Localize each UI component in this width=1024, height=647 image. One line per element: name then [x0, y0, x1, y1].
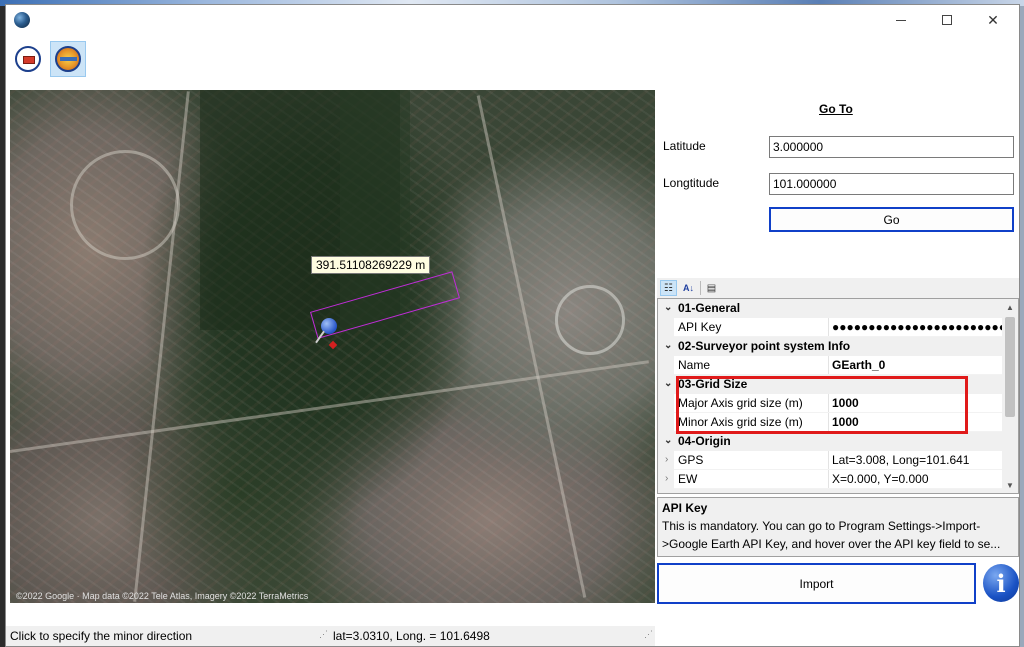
- status-coordinates: lat=3.0310, Long. = 101.6498: [333, 629, 490, 643]
- app-window: ✕ 391.51108269229 m ©2022 Google · Map d…: [5, 4, 1020, 647]
- property-grid[interactable]: ⌄ 01-General API Key ●●●●●●●●●●●●●●●●●●●●●●…: [657, 298, 1019, 494]
- property-category[interactable]: ⌄ 03-Grid Size: [658, 375, 1003, 394]
- property-category-label: 04-Origin: [678, 434, 731, 448]
- column-divider: [828, 318, 829, 337]
- toolbar: [6, 35, 1019, 83]
- property-value[interactable]: Lat=3.008, Long=101.641: [832, 451, 1002, 469]
- map-roundabout: [555, 285, 625, 355]
- import-data-icon: [15, 46, 41, 72]
- go-button[interactable]: Go: [769, 207, 1014, 232]
- property-category-label: 01-General: [678, 301, 741, 315]
- property-name: API Key: [678, 320, 722, 334]
- property-name: Minor Axis grid size (m): [678, 415, 803, 429]
- import-button[interactable]: Import: [657, 563, 976, 604]
- column-divider: [828, 394, 829, 413]
- categorized-view-icon[interactable]: ☷: [660, 280, 677, 296]
- status-grip-icon: ⋰: [644, 629, 653, 639]
- map-road: [10, 360, 649, 453]
- chevron-right-icon[interactable]: ›: [665, 451, 668, 469]
- property-name: EW: [678, 472, 698, 486]
- property-pages-icon[interactable]: ▤: [703, 280, 720, 296]
- tool-button-import-data[interactable]: [10, 41, 46, 77]
- chevron-down-icon[interactable]: ⌄: [664, 375, 672, 393]
- longitude-input[interactable]: [769, 173, 1014, 195]
- property-category-label: 03-Grid Size: [678, 377, 748, 391]
- tool-button-google-earth[interactable]: [50, 41, 86, 77]
- property-row[interactable]: Major Axis grid size (m) 1000: [658, 394, 1003, 413]
- close-icon: ✕: [987, 11, 999, 28]
- google-earth-icon: [55, 46, 81, 72]
- property-category[interactable]: ⌄ 02-Surveyor point system Info: [658, 337, 1003, 356]
- property-value[interactable]: X=0.000, Y=0.000: [832, 470, 1002, 488]
- satellite-map[interactable]: 391.51108269229 m ©2022 Google · Map dat…: [10, 90, 655, 603]
- status-bar: Click to specify the minor direction ⋰ l…: [6, 626, 655, 646]
- property-category[interactable]: ⌄ 05-Major Axis Point: [658, 489, 1003, 493]
- longitude-label: Longtitude: [663, 176, 720, 190]
- scroll-thumb[interactable]: [1005, 317, 1015, 417]
- property-name: GPS: [678, 453, 704, 467]
- goto-title: Go To: [819, 102, 853, 116]
- chevron-down-icon[interactable]: ⌄: [664, 299, 672, 317]
- title-bar: ✕: [6, 5, 1019, 35]
- property-grid-toolbar: ☷ A↓ ▤: [657, 278, 1019, 298]
- latitude-label: Latitude: [663, 139, 706, 153]
- chevron-down-icon[interactable]: ⌄: [664, 489, 672, 493]
- maximize-button[interactable]: [924, 5, 970, 35]
- property-name: Name: [678, 358, 711, 372]
- property-category[interactable]: ⌄ 01-General: [658, 299, 1003, 318]
- map-roundabout: [70, 150, 180, 260]
- property-row[interactable]: › EW X=0.000, Y=0.000: [658, 470, 1003, 489]
- property-category[interactable]: ⌄ 04-Origin: [658, 432, 1003, 451]
- column-divider: [828, 413, 829, 432]
- column-divider: [828, 356, 829, 375]
- help-title: API Key: [662, 501, 708, 515]
- globe-app-icon: [14, 12, 30, 28]
- chevron-down-icon[interactable]: ⌄: [664, 337, 672, 355]
- property-value[interactable]: 1000: [832, 394, 1002, 412]
- pushpin-needle: [315, 330, 325, 344]
- desktop-edge-right: [1020, 6, 1024, 647]
- property-name: Major Axis grid size (m): [678, 396, 803, 410]
- minimize-button[interactable]: [878, 5, 924, 35]
- close-button[interactable]: ✕: [970, 5, 1016, 35]
- property-category-label: 05-Major Axis Point: [678, 489, 789, 493]
- property-value[interactable]: ●●●●●●●●●●●●●●●●●●●●●●●●●●: [832, 318, 1002, 336]
- scroll-down-icon[interactable]: ▼: [1002, 477, 1018, 493]
- property-row[interactable]: API Key ●●●●●●●●●●●●●●●●●●●●●●●●●●: [658, 318, 1003, 337]
- scroll-up-icon[interactable]: ▲: [1002, 299, 1018, 315]
- property-row[interactable]: › GPS Lat=3.008, Long=101.641: [658, 451, 1003, 470]
- toolbar-separator: [700, 281, 701, 295]
- column-divider: [828, 451, 829, 470]
- alphabetical-sort-icon[interactable]: A↓: [680, 280, 697, 296]
- property-grid-scrollbar[interactable]: ▲ ▼: [1002, 299, 1018, 493]
- map-credit: ©2022 Google · Map data ©2022 Tele Atlas…: [16, 591, 309, 601]
- property-row[interactable]: Minor Axis grid size (m) 1000: [658, 413, 1003, 432]
- status-message: Click to specify the minor direction: [10, 629, 193, 643]
- help-description: This is mandatory. You can go to Program…: [662, 519, 1001, 551]
- latitude-input[interactable]: [769, 136, 1014, 158]
- column-divider: [828, 470, 829, 489]
- minimize-icon: [896, 19, 906, 21]
- status-grip-icon: ⋰: [319, 629, 328, 639]
- property-row[interactable]: Name GEarth_0: [658, 356, 1003, 375]
- chevron-down-icon[interactable]: ⌄: [664, 432, 672, 450]
- property-category-label: 02-Surveyor point system Info: [678, 339, 851, 353]
- chevron-right-icon[interactable]: ›: [665, 470, 668, 488]
- property-help-panel: API Key This is mandatory. You can go to…: [657, 497, 1019, 557]
- info-icon[interactable]: i: [983, 564, 1019, 602]
- measure-distance-label: 391.51108269229 m: [311, 256, 431, 274]
- property-value[interactable]: GEarth_0: [832, 356, 1002, 374]
- property-value[interactable]: 1000: [832, 413, 1002, 431]
- maximize-icon: [942, 15, 952, 25]
